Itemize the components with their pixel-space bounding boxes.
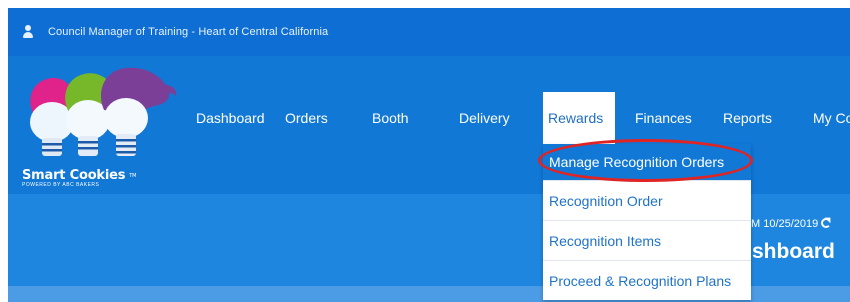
app-frame: Council Manager of Training - Heart of C… [8, 8, 850, 302]
smart-cookies-logo[interactable]: Smart Cookies TM POWERED BY ABC BAKERS [22, 64, 192, 194]
nav-item-orders[interactable]: Orders [285, 110, 328, 126]
refresh-icon[interactable] [821, 218, 832, 228]
nav-item-finances[interactable]: Finances [635, 110, 692, 126]
nav-item-my-cookies[interactable]: My Co [813, 110, 850, 126]
user-icon [22, 25, 34, 39]
user-role-title: Council Manager of Training - Heart of C… [48, 26, 329, 38]
lightbulb-mascots-icon [30, 67, 177, 156]
nav-item-booth[interactable]: Booth [372, 110, 409, 126]
nav-item-rewards[interactable]: Rewards [543, 92, 616, 144]
menu-item-proceed-recognition-plans[interactable]: Proceed & Recognition Plans [543, 260, 751, 300]
rewards-dropdown-menu: Manage Recognition Orders Recognition Or… [543, 144, 751, 300]
menu-item-recognition-order[interactable]: Recognition Order [543, 180, 751, 220]
logo-brand-text: Smart Cookies [22, 168, 126, 183]
menu-item-recognition-items[interactable]: Recognition Items [543, 220, 751, 260]
menu-item-manage-recognition-orders[interactable]: Manage Recognition Orders [543, 144, 751, 180]
page-title: shboard [752, 240, 835, 263]
logo-wordmark: Smart Cookies TM POWERED BY ABC BAKERS [22, 168, 182, 188]
logo-brand: Smart Cookies TM [22, 168, 182, 183]
last-updated-text: M 10/25/2019 [751, 218, 819, 230]
last-updated: M 10/25/2019 [751, 218, 832, 230]
nav-item-reports[interactable]: Reports [723, 110, 772, 126]
nav-item-delivery[interactable]: Delivery [459, 110, 510, 126]
top-bar: Council Manager of Training - Heart of C… [8, 8, 850, 56]
nav-item-dashboard[interactable]: Dashboard [196, 110, 265, 126]
logo-trademark: TM [129, 172, 137, 179]
